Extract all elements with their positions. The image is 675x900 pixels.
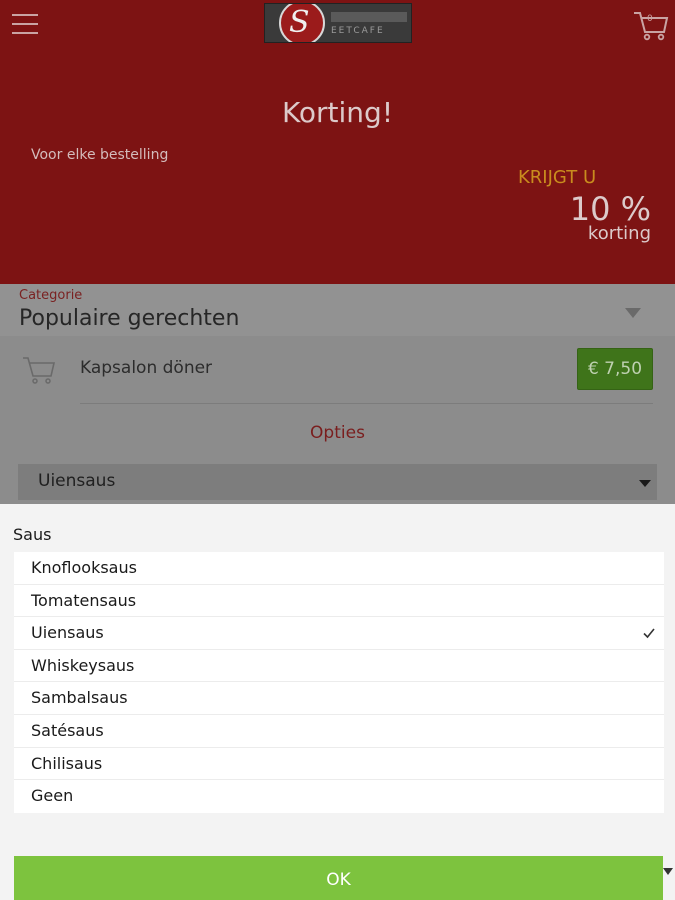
- sauce-option-selected[interactable]: Uiensaus: [14, 617, 664, 650]
- hamburger-menu-icon[interactable]: [12, 14, 38, 36]
- sauce-option[interactable]: Satésaus: [14, 715, 664, 748]
- sauce-option-label: Tomatensaus: [31, 590, 137, 610]
- sauce-option[interactable]: Knoflooksaus: [14, 552, 664, 585]
- promo-banner: S EETCAFE 0 Korting! Voor elke bestellin…: [0, 0, 675, 284]
- options-heading: Opties: [310, 423, 365, 443]
- sauce-option-label: Whiskeysaus: [31, 655, 135, 675]
- promo-subtitle: Voor elke bestelling: [31, 147, 169, 163]
- sauce-option[interactable]: Chilisaus: [14, 748, 664, 781]
- category-select[interactable]: Categorie Populaire gerechten: [0, 284, 675, 336]
- checkmark-icon: [643, 628, 655, 639]
- product-row[interactable]: Kapsalon döner € 7,50: [0, 336, 675, 404]
- sauce-option[interactable]: Geen: [14, 780, 664, 813]
- sauce-option[interactable]: Sambalsaus: [14, 682, 664, 715]
- sauce-option-label: Uiensaus: [31, 623, 104, 643]
- sauce-option[interactable]: Tomatensaus: [14, 585, 664, 618]
- promo-title: Korting!: [281, 96, 394, 129]
- cart-button[interactable]: 0: [633, 10, 669, 42]
- price-button[interactable]: € 7,50: [577, 348, 653, 390]
- sauce-option-label: Sambalsaus: [31, 688, 128, 708]
- sauce-option[interactable]: Whiskeysaus: [14, 650, 664, 683]
- picker-title: Saus: [13, 525, 52, 544]
- sauce-picker-sheet: Saus Knoflooksaus Tomatensaus Uiensaus W…: [0, 504, 675, 900]
- ok-button[interactable]: OK: [14, 856, 663, 900]
- sauce-option-label: Chilisaus: [31, 753, 103, 773]
- eetcafe-logo: S EETCAFE: [264, 3, 412, 43]
- category-value: Populaire gerechten: [19, 306, 240, 331]
- cart-count-badge: 0: [647, 14, 653, 24]
- sauce-select-value: Uiensaus: [38, 471, 116, 491]
- product-name: Kapsalon döner: [80, 358, 213, 378]
- sauce-option-label: Geen: [31, 786, 74, 806]
- promo-korting-label: korting: [587, 223, 651, 244]
- add-to-cart-icon[interactable]: [22, 354, 56, 386]
- sauce-option-label: Satésaus: [31, 720, 104, 740]
- sauce-option-list: Knoflooksaus Tomatensaus Uiensaus Whiske…: [14, 552, 664, 813]
- sauce-option-label: Knoflooksaus: [31, 558, 137, 577]
- chevron-down-icon: [639, 480, 651, 487]
- sauce-select[interactable]: Uiensaus: [18, 464, 657, 500]
- chevron-down-icon[interactable]: [625, 308, 641, 318]
- promo-krijgt-label: KRIJGT U: [518, 167, 597, 188]
- category-label: Categorie: [19, 288, 83, 303]
- chevron-down-icon: [663, 868, 673, 875]
